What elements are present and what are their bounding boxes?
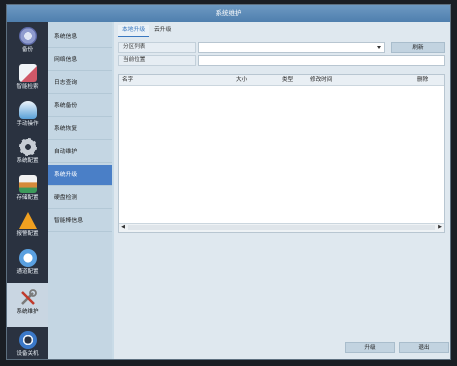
iconbar-item-alarm-config[interactable]: 报警配置	[7, 209, 48, 246]
iconbar-item-manual[interactable]: 手动操作	[7, 98, 48, 135]
subnav-item-system-upgrade[interactable]: 系统升级	[48, 165, 112, 186]
location-field[interactable]	[198, 55, 445, 66]
backup-icon	[18, 27, 37, 45]
scrollbar-thumb[interactable]	[128, 225, 435, 230]
location-label: 当前位置	[118, 55, 196, 66]
column-delete[interactable]: 删除	[417, 75, 428, 85]
iconbar-item-search[interactable]: 智能检索	[7, 61, 48, 98]
subnav-item-log-query[interactable]: 日志查询	[48, 73, 112, 94]
partition-select[interactable]	[198, 42, 385, 53]
tools-icon	[19, 289, 37, 307]
search-icon	[18, 64, 37, 82]
subnav-item-smart-stick-info[interactable]: 智能棒信息	[48, 211, 112, 232]
iconbar-item-system-maintenance[interactable]: 系统维护	[7, 283, 48, 327]
file-table: 名字 大小 类型 修改时间 删除 ◀ ▶	[118, 74, 445, 233]
subnav-item-system-restore[interactable]: 系统恢复	[48, 119, 112, 140]
system-maintenance-window: 系统维护 备份 智能检索 手动操作 系统配置 存储配置 报警配置 通道配置 系统…	[6, 4, 451, 360]
column-name[interactable]: 名字	[122, 75, 133, 85]
maintenance-subnav: 系统信息 网络信息 日志查询 系统备份 系统恢复 自动维护 系统升级 硬盘检测 …	[48, 22, 112, 359]
table-horizontal-scrollbar[interactable]: ◀ ▶	[119, 223, 444, 232]
table-header: 名字 大小 类型 修改时间 删除	[119, 75, 444, 86]
iconbar-item-system-config[interactable]: 系统配置	[7, 135, 48, 172]
subnav-item-auto-maintenance[interactable]: 自动维护	[48, 142, 112, 163]
column-modified-time[interactable]: 修改时间	[310, 75, 332, 85]
gear-icon	[18, 138, 37, 156]
scroll-right-icon[interactable]: ▶	[436, 224, 444, 231]
iconbar-item-backup[interactable]: 备份	[7, 24, 48, 61]
hand-icon	[18, 101, 37, 119]
storage-icon	[18, 175, 37, 193]
refresh-button[interactable]: 刷新	[391, 42, 445, 53]
iconbar-item-shutdown[interactable]: 设备关机	[7, 328, 48, 359]
channel-icon	[18, 249, 37, 267]
tab-local-upgrade[interactable]: 本地升级	[118, 25, 150, 37]
subnav-item-network-info[interactable]: 网络信息	[48, 50, 112, 71]
alarm-icon	[18, 212, 37, 229]
column-type[interactable]: 类型	[282, 75, 293, 85]
subnav-item-system-info[interactable]: 系统信息	[48, 27, 112, 48]
iconbar-item-channel-config[interactable]: 通道配置	[7, 246, 48, 283]
power-icon	[18, 331, 37, 349]
main-iconbar: 备份 智能检索 手动操作 系统配置 存储配置 报警配置 通道配置 系统维护 设备…	[7, 22, 48, 359]
exit-button[interactable]: 退出	[399, 342, 449, 353]
scroll-left-icon[interactable]: ◀	[119, 224, 127, 231]
tab-cloud-upgrade[interactable]: 云升级	[150, 25, 175, 36]
partition-label: 分区列表	[118, 42, 196, 53]
chevron-down-icon	[377, 46, 381, 49]
location-row: 当前位置	[118, 55, 446, 66]
column-size[interactable]: 大小	[236, 75, 247, 85]
subnav-item-system-backup[interactable]: 系统备份	[48, 96, 112, 117]
subnav-item-disk-check[interactable]: 硬盘检测	[48, 188, 112, 209]
upgrade-panel: 本地升级 云升级 分区列表 刷新 当前位置 名字 大小 类型 修改时间 删除 ◀	[114, 22, 450, 359]
upgrade-button[interactable]: 升级	[345, 342, 395, 353]
window-title: 系统维护	[7, 5, 450, 22]
iconbar-item-storage-config[interactable]: 存储配置	[7, 172, 48, 209]
